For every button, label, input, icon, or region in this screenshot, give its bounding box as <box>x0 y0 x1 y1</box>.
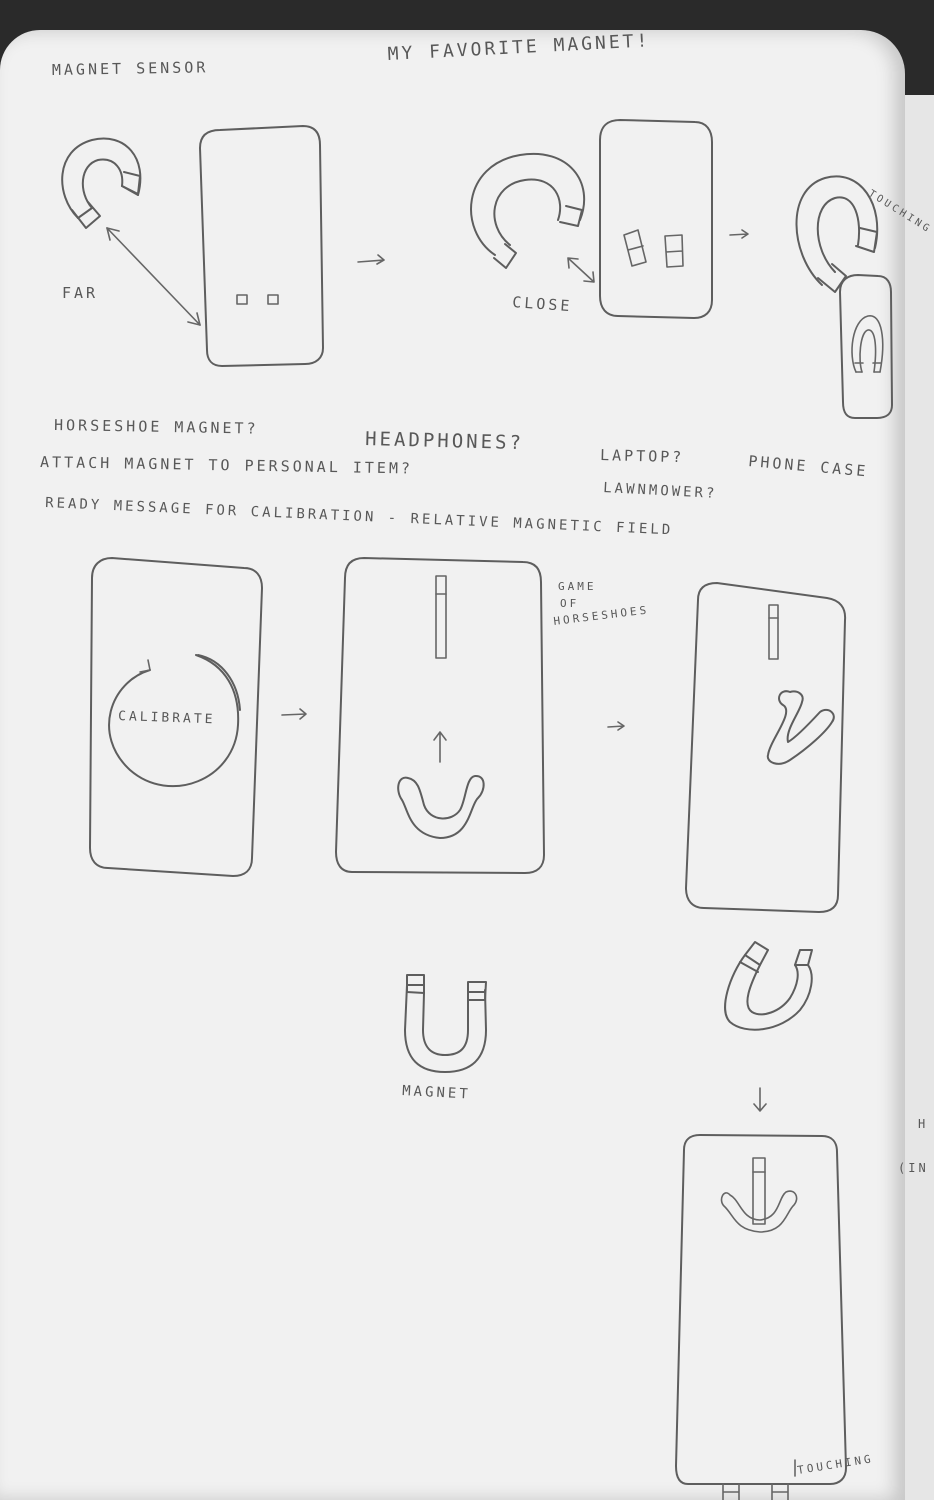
game-stake <box>435 575 447 659</box>
far-horseshoe-magnet-sketch <box>61 137 142 229</box>
phone-sketch-touching <box>839 274 893 419</box>
arrow-4 <box>607 721 625 731</box>
header-left-title: MAGNET SENSOR <box>52 58 209 79</box>
arrow-1 <box>357 254 385 265</box>
note-lawnmower: LAWNMOWER? <box>603 480 718 502</box>
phone-sketch-game <box>335 557 545 874</box>
far-label: FAR <box>62 284 98 302</box>
arrow-3 <box>281 708 307 720</box>
game-label-line1: GAME <box>558 580 597 593</box>
close-distance-arrow <box>567 257 595 283</box>
far-distance-arrow <box>106 227 201 326</box>
note-attach-magnet: ATTACH MAGNET TO PERSONAL ITEM? <box>40 453 413 478</box>
header-right-title: MY FAVORITE MAGNET! <box>387 30 651 65</box>
phone-sketch-game-result <box>685 582 847 913</box>
margin-fragment-h: H <box>918 1117 928 1131</box>
game-label-line2: OF <box>560 597 579 610</box>
arrow-down <box>753 1087 767 1112</box>
touching-label-bottom: TOUCHING <box>796 1452 874 1477</box>
phone-sketch-close <box>599 119 713 319</box>
note-ready-message: READY MESSAGE FOR CALIBRATION - RELATIVE… <box>45 495 674 538</box>
game-result-horseshoe <box>766 690 835 765</box>
game-horseshoe <box>397 775 485 839</box>
sketch-canvas: MAGNET SENSOR MY FAVORITE MAGNET! FAR CL… <box>40 30 933 1500</box>
note-headphones: HEADPHONES? <box>365 428 524 454</box>
magnet-label: MAGNET <box>402 1083 471 1103</box>
arrow-2 <box>729 229 749 239</box>
phone-sketch-touching-bottom <box>675 1134 847 1500</box>
throw-arrow <box>433 731 447 763</box>
note-horseshoe-magnet: HORSESHOE MAGNET? <box>54 416 259 438</box>
note-laptop: LAPTOP? <box>600 446 685 466</box>
standalone-magnet-sketch <box>404 974 487 1073</box>
note-phone-case: PHONE CASE <box>748 452 869 480</box>
falling-magnet-sketch <box>724 941 813 1031</box>
close-label: CLOSE <box>512 293 573 315</box>
calibrate-label: CALIBRATE <box>118 709 216 727</box>
phone-sketch-far <box>199 125 324 367</box>
close-horseshoe-magnet-sketch <box>470 152 586 269</box>
margin-fragment-in: (IN <box>898 1161 929 1175</box>
